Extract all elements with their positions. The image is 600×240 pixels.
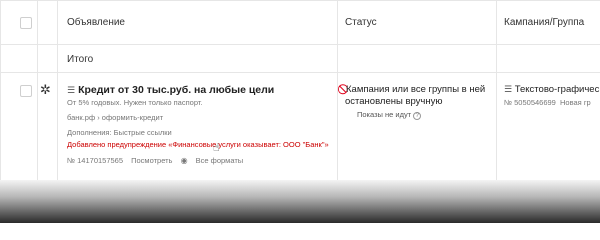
- document-icon: ☰: [67, 85, 76, 95]
- column-divider: [496, 1, 497, 181]
- table-row: ✲ ☰ Кредит от 30 тыс.руб. на любые цели О…: [1, 73, 600, 181]
- status-sub: Показы не идут?: [357, 110, 422, 120]
- eye-icon: ◉: [180, 156, 188, 165]
- ad-id: № 14170157565: [67, 156, 124, 165]
- column-header-campaign[interactable]: Кампания/Группа: [504, 17, 584, 28]
- all-formats-label: Все форматы: [195, 156, 244, 165]
- status-sub-label: Показы не идут: [357, 110, 412, 119]
- status-text: ⃠Кампания или все группы в ней остановле…: [345, 84, 495, 108]
- select-all-checkbox[interactable]: [20, 17, 32, 29]
- column-divider: [57, 1, 58, 181]
- ad-subtitle: От 5% годовых. Нужен только паспорт.: [67, 98, 203, 107]
- campaign-name-text: Текстово-графичес: [514, 84, 600, 95]
- column-divider: [37, 1, 38, 181]
- hand-cursor-icon: ☝: [213, 142, 220, 154]
- campaign-name[interactable]: ☰ Текстово-графичес: [504, 84, 599, 95]
- total-label: Итого: [67, 54, 94, 65]
- ads-table: Объявление Статус Кампания/Группа Итого …: [0, 0, 600, 181]
- total-row: Итого: [1, 45, 600, 73]
- bottom-shadow: [0, 180, 600, 223]
- all-formats-link[interactable]: ◉ Все форматы: [181, 156, 250, 165]
- campaign-meta: № 5050546699 Новая гр: [504, 98, 591, 107]
- column-header-ad[interactable]: Объявление: [67, 17, 125, 28]
- ad-warning: Добавлено предупреждение «Финансовые усл…: [67, 140, 329, 149]
- ad-url[interactable]: банк.рф › оформить-кредит: [67, 113, 163, 122]
- ad-title[interactable]: ☰ Кредит от 30 тыс.руб. на любые цели: [67, 84, 274, 96]
- table-header: Объявление Статус Кампания/Группа: [1, 1, 600, 45]
- help-icon[interactable]: ?: [413, 112, 422, 120]
- campaign-id: № 5050546699: [504, 98, 556, 107]
- gear-icon[interactable]: ✲: [40, 83, 51, 96]
- document-icon: ☰: [504, 84, 513, 94]
- column-header-status[interactable]: Статус: [345, 17, 377, 28]
- ad-meta: № 14170157565 Посмотреть ◉ Все форматы: [67, 156, 255, 165]
- view-link[interactable]: Посмотреть: [131, 156, 172, 165]
- row-checkbox[interactable]: [20, 85, 32, 97]
- status-label: Кампания или все группы в ней остановлен…: [345, 84, 486, 107]
- column-divider: [337, 1, 338, 181]
- ad-extras: Дополнения: Быстрые ссылки: [67, 128, 172, 137]
- group-link[interactable]: Новая гр: [560, 98, 591, 107]
- ad-title-text: Кредит от 30 тыс.руб. на любые цели: [78, 84, 275, 96]
